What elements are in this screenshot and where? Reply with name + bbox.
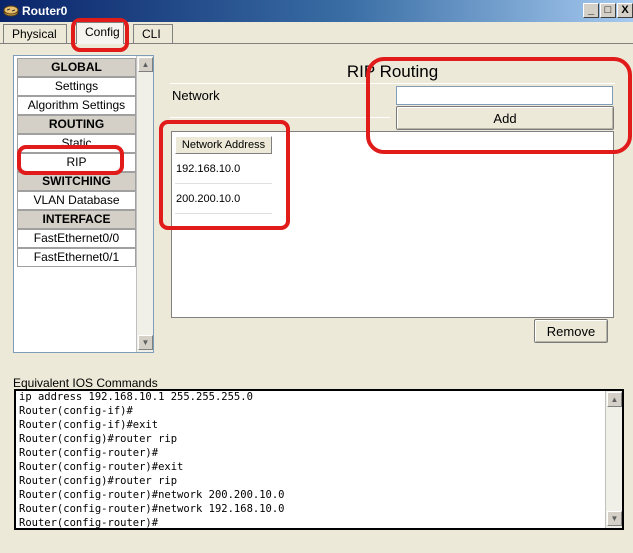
config-nav-panel: GLOBAL Settings Algorithm Settings ROUTI… <box>13 55 154 353</box>
ios-commands-console[interactable]: ip address 192.168.10.1 255.255.255.0 Ro… <box>14 389 624 530</box>
console-line: Router(config-router)# <box>19 447 159 459</box>
tab-config[interactable]: Config <box>76 22 124 44</box>
console-line: Router(config-if)#exit <box>19 419 159 431</box>
title-divider <box>170 83 615 84</box>
console-line: Router(config-if)# <box>19 405 133 417</box>
scroll-up-arrow-icon[interactable]: ▲ <box>607 392 622 407</box>
section-interface: INTERFACE <box>17 210 136 229</box>
add-button[interactable]: Add <box>396 106 614 130</box>
scroll-down-arrow-icon[interactable]: ▼ <box>138 335 153 350</box>
nav-item-algorithm-settings[interactable]: Algorithm Settings <box>17 96 136 115</box>
page-title: RIP Routing <box>346 62 439 81</box>
nav-item-vlan-database[interactable]: VLAN Database <box>17 191 136 210</box>
remove-button[interactable]: Remove <box>534 319 608 343</box>
nav-item-fastethernet0-0[interactable]: FastEthernet0/0 <box>17 229 136 248</box>
console-line: ip address 192.168.10.1 255.255.255.0 <box>19 391 253 403</box>
console-line: Router(config)#router rip <box>19 433 178 445</box>
network-address-header[interactable]: Network Address <box>175 136 272 154</box>
maximize-button[interactable]: □ <box>600 3 616 18</box>
tab-cli[interactable]: CLI <box>133 24 173 44</box>
table-row[interactable]: 200.200.10.0 <box>175 185 272 214</box>
section-switching: SWITCHING <box>17 172 136 191</box>
tab-physical[interactable]: Physical <box>3 24 67 44</box>
title-bar: Router0 _ □ X <box>0 0 633 22</box>
network-table: Network Address 192.168.10.0 200.200.10.… <box>171 131 614 318</box>
section-routing: ROUTING <box>17 115 136 134</box>
section-global: GLOBAL <box>17 58 136 77</box>
network-divider <box>170 117 390 118</box>
console-scrollbar[interactable]: ▲ ▼ <box>605 391 622 528</box>
minimize-button[interactable]: _ <box>583 3 599 18</box>
nav-scrollbar[interactable]: ▲ ▼ <box>136 56 153 352</box>
console-line: Router(config-router)#exit <box>19 461 184 473</box>
console-line: Router(config-router)#network 200.200.10… <box>19 489 285 501</box>
tab-bar: Physical Config CLI <box>0 22 633 44</box>
router-icon <box>3 5 19 17</box>
console-line: Router(config)#router rip <box>19 475 178 487</box>
nav-item-static[interactable]: Static <box>17 134 136 153</box>
nav-item-rip[interactable]: RIP <box>17 153 136 172</box>
ios-commands-label: Equivalent IOS Commands <box>13 376 158 390</box>
nav-item-settings[interactable]: Settings <box>17 77 136 96</box>
console-line: Router(config-router)# <box>19 517 159 529</box>
scroll-up-arrow-icon[interactable]: ▲ <box>138 57 153 72</box>
console-line: Router(config-router)#network 192.168.10… <box>19 503 285 515</box>
table-row[interactable]: 192.168.10.0 <box>175 155 272 184</box>
close-button[interactable]: X <box>617 3 633 18</box>
network-input[interactable] <box>396 86 613 105</box>
window-title: Router0 <box>22 4 68 18</box>
scroll-down-arrow-icon[interactable]: ▼ <box>607 511 622 526</box>
nav-item-fastethernet0-1[interactable]: FastEthernet0/1 <box>17 248 136 267</box>
network-label: Network <box>172 88 220 103</box>
